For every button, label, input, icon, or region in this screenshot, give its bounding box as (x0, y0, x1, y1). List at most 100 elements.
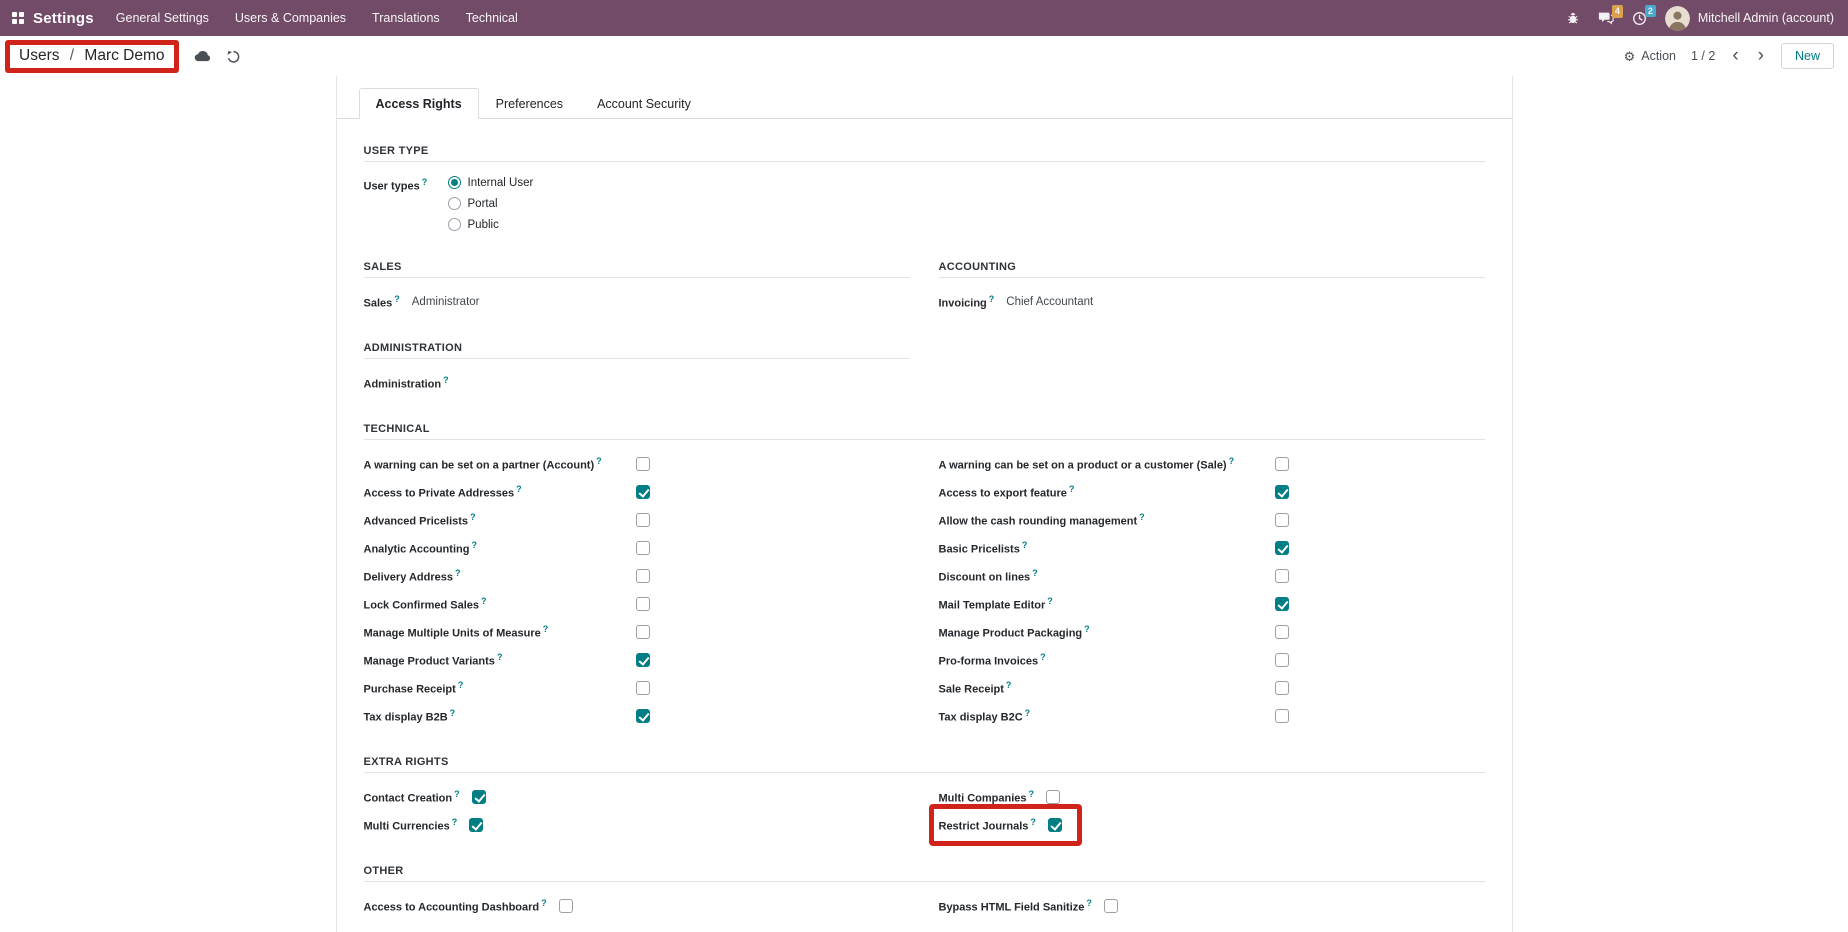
help-icon[interactable]: ? (455, 568, 461, 578)
help-icon[interactable]: ? (989, 294, 995, 304)
tab-account-security[interactable]: Account Security (580, 88, 708, 119)
checkbox-access-to-private-addresses[interactable] (636, 485, 650, 499)
checkbox-sale-receipt[interactable] (1275, 681, 1289, 695)
checkbox-advanced-pricelists[interactable] (636, 513, 650, 527)
checkbox-tax-display-b2b[interactable] (636, 709, 650, 723)
checkbox-access-to-accounting-dashboard[interactable] (559, 899, 573, 913)
checkbox-discount-on-lines[interactable] (1275, 569, 1289, 583)
checkbox-a-warning-can-be-set-on-a-partner-account[interactable] (636, 457, 650, 471)
tab-bar: Access Rights Preferences Account Securi… (337, 88, 1512, 119)
breadcrumb-parent[interactable]: Users (19, 47, 59, 64)
apps-home-button[interactable]: Settings (12, 10, 94, 27)
help-icon[interactable]: ? (1069, 484, 1075, 494)
messages-icon[interactable]: 4 (1598, 11, 1614, 25)
checkbox-purchase-receipt[interactable] (636, 681, 650, 695)
help-icon[interactable]: ? (1025, 708, 1031, 718)
checkbox-manage-multiple-units-of-measure[interactable] (636, 625, 650, 639)
help-icon[interactable]: ? (1006, 680, 1012, 690)
help-icon[interactable]: ? (516, 484, 522, 494)
extra-rights-columns: Contact Creation?Multi Currencies? Multi… (364, 783, 1485, 839)
help-icon[interactable]: ? (1084, 624, 1090, 634)
help-icon[interactable]: ? (541, 898, 547, 908)
field-label-purchase-receipt: Purchase Receipt? (364, 680, 636, 696)
checkbox-allow-the-cash-rounding-management[interactable] (1275, 513, 1289, 527)
menu-users-and-companies[interactable]: Users & Companies (235, 11, 346, 25)
help-icon[interactable]: ? (394, 294, 400, 304)
checkbox-bypass-html-field-sanitize[interactable] (1104, 899, 1118, 913)
field-label-basic-pricelists: Basic Pricelists? (939, 540, 1275, 556)
help-icon[interactable]: ? (443, 375, 449, 385)
pager-previous-icon[interactable]: ‹ (1730, 49, 1740, 63)
help-icon[interactable]: ? (452, 817, 458, 827)
radio-option-internal-user[interactable]: Internal User (448, 172, 534, 193)
activities-clock-icon[interactable]: 2 (1632, 11, 1647, 26)
user-avatar[interactable] (1665, 6, 1690, 31)
checkbox-a-warning-can-be-set-on-a-product-or-a-customer-sale[interactable] (1275, 457, 1289, 471)
help-icon[interactable]: ? (1139, 512, 1145, 522)
help-icon[interactable]: ? (481, 596, 487, 606)
menu-translations[interactable]: Translations (372, 11, 440, 25)
radio-option-portal[interactable]: Portal (448, 193, 534, 214)
checkbox-lock-confirmed-sales[interactable] (636, 597, 650, 611)
help-icon[interactable]: ? (1032, 568, 1038, 578)
help-icon[interactable]: ? (1029, 789, 1035, 799)
radio-icon-portal[interactable] (448, 197, 461, 210)
radio-icon-internal-user[interactable] (448, 176, 461, 189)
pager-next-icon[interactable]: › (1756, 49, 1766, 63)
help-icon[interactable]: ? (543, 624, 549, 634)
checkbox-analytic-accounting[interactable] (636, 541, 650, 555)
user-menu[interactable]: Mitchell Admin (account) (1665, 6, 1834, 31)
other-right-column: Bypass HTML Field Sanitize? (939, 892, 1485, 920)
field-label-contact-creation: Contact Creation? (364, 789, 460, 805)
checkbox-delivery-address[interactable] (636, 569, 650, 583)
checkbox-restrict-journals[interactable] (1048, 818, 1062, 832)
page: Settings General Settings Users & Compan… (0, 0, 1848, 932)
navbar-right: 4 2 Mitchell Admin (account) (1566, 6, 1834, 31)
help-icon[interactable]: ? (458, 680, 464, 690)
field-value-invoicing[interactable]: Chief Accountant (1006, 296, 1093, 308)
radio-label-internal-user: Internal User (468, 177, 534, 189)
annotation-breadcrumb-highlight: Users / Marc Demo (5, 40, 179, 73)
field-row-access-to-export-feature: Access to export feature? (939, 478, 1485, 506)
section-header-administration: ADMINISTRATION (364, 342, 910, 359)
checkbox-tax-display-b2c[interactable] (1275, 709, 1289, 723)
apps-grid-icon[interactable] (12, 12, 24, 24)
help-icon[interactable]: ? (596, 456, 602, 466)
user-name[interactable]: Mitchell Admin (account) (1698, 11, 1834, 25)
checkbox-contact-creation[interactable] (472, 790, 486, 804)
help-icon[interactable]: ? (470, 512, 476, 522)
checkbox-multi-currencies[interactable] (469, 818, 483, 832)
checkbox-multi-companies[interactable] (1046, 790, 1060, 804)
app-name[interactable]: Settings (33, 10, 94, 27)
help-icon[interactable]: ? (497, 652, 503, 662)
checkbox-access-to-export-feature[interactable] (1275, 485, 1289, 499)
tab-preferences[interactable]: Preferences (479, 88, 580, 119)
action-menu[interactable]: ⚙ Action (1624, 49, 1676, 63)
help-icon[interactable]: ? (1229, 456, 1235, 466)
help-icon[interactable]: ? (422, 177, 428, 187)
help-icon[interactable]: ? (1047, 596, 1053, 606)
checkbox-manage-product-variants[interactable] (636, 653, 650, 667)
menu-technical[interactable]: Technical (466, 11, 518, 25)
checkbox-pro-forma-invoices[interactable] (1275, 653, 1289, 667)
help-icon[interactable]: ? (1086, 898, 1092, 908)
help-icon[interactable]: ? (454, 789, 460, 799)
other-left-column: Access to Accounting Dashboard? (364, 892, 910, 920)
help-icon[interactable]: ? (1040, 652, 1046, 662)
save-cloud-icon[interactable] (194, 50, 211, 62)
checkbox-mail-template-editor[interactable] (1275, 597, 1289, 611)
field-value-sales[interactable]: Administrator (412, 296, 480, 308)
discard-undo-icon[interactable] (226, 49, 241, 64)
help-icon[interactable]: ? (1030, 817, 1036, 827)
help-icon[interactable]: ? (1022, 540, 1028, 550)
tab-access-rights[interactable]: Access Rights (359, 88, 479, 119)
help-icon[interactable]: ? (471, 540, 477, 550)
checkbox-manage-product-packaging[interactable] (1275, 625, 1289, 639)
menu-general-settings[interactable]: General Settings (116, 11, 209, 25)
help-icon[interactable]: ? (450, 708, 456, 718)
radio-icon-public[interactable] (448, 218, 461, 231)
new-button[interactable]: New (1781, 43, 1834, 69)
debug-bug-icon[interactable] (1566, 11, 1580, 25)
checkbox-basic-pricelists[interactable] (1275, 541, 1289, 555)
radio-option-public[interactable]: Public (448, 214, 534, 235)
